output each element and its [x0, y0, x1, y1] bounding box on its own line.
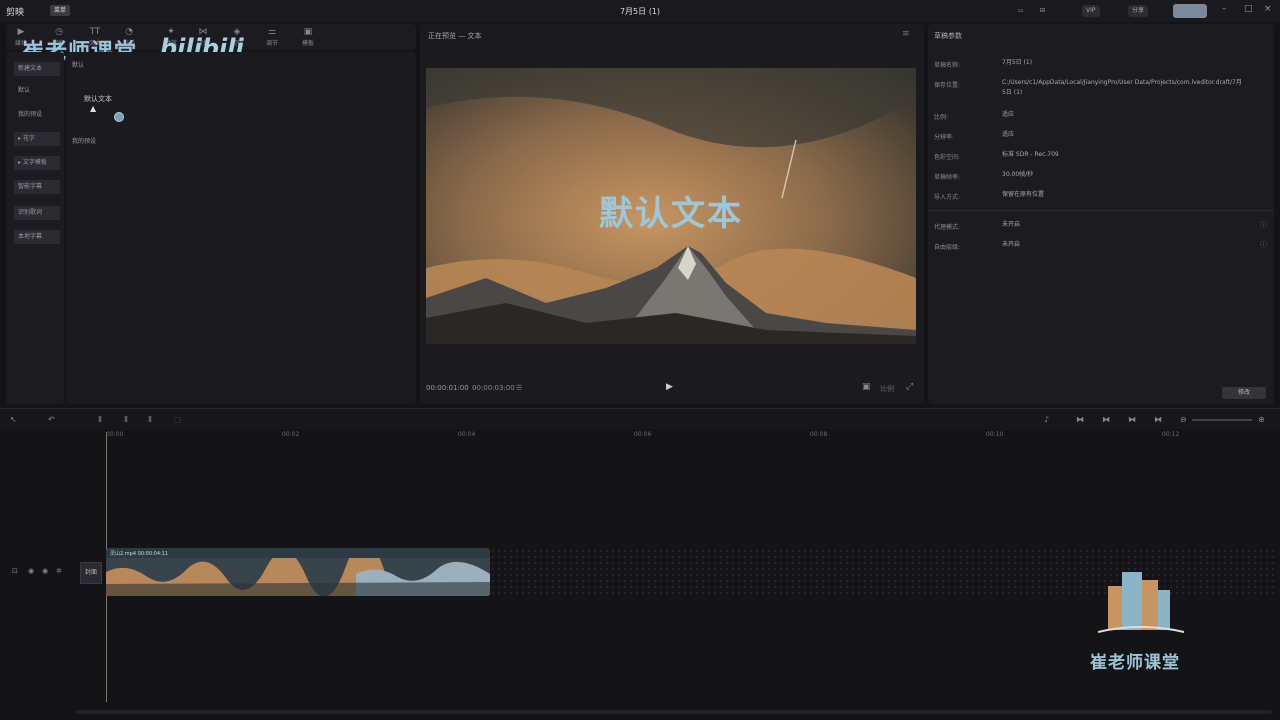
video-clip[interactable]: 灵山2.mp4 00:00:04:11 — [106, 548, 490, 596]
split-left-icon[interactable]: Ⅱ — [124, 415, 128, 424]
close-icon[interactable]: × — [1264, 4, 1272, 14]
sidebar-item-my-presets[interactable]: 我的预设 — [14, 108, 60, 122]
ratio-button[interactable]: 比例 — [880, 384, 894, 394]
select-tool-icon[interactable]: ↖ — [10, 415, 17, 424]
sidebar-item-new-text[interactable]: 新建文本 — [14, 62, 60, 76]
sidebar-item-default[interactable]: 默认 — [14, 84, 60, 98]
tick-label: 00:00 — [106, 431, 124, 438]
adjust-icon: ⚌ — [267, 27, 277, 37]
split-right-icon[interactable]: Ⅱ — [148, 415, 152, 424]
timeline-toolbar: ↖ ↶ Ⅱ Ⅱ Ⅱ ▢ ♪ ⧓ ⧓ ⧓ ⧓ ⊖ ⊕ — [0, 408, 1280, 430]
preview-overlay-text[interactable]: 默认文本 — [426, 186, 916, 235]
prop-key: 自由层级: — [934, 244, 961, 251]
title-bar: 剪映 菜单 7月5日 (1) ▭ ⊟ VIP 分享 – □ × — [0, 0, 1280, 22]
zoom-slider[interactable] — [1192, 419, 1252, 421]
clip-filmstrip — [106, 558, 490, 596]
section-my-presets: 我的预设 — [72, 138, 97, 145]
current-time: 00:00:01:00 — [426, 384, 469, 392]
watermark-text-bottom: 崔老师课堂 — [1090, 653, 1180, 673]
player-title: 正在预览 — 文本 — [428, 32, 482, 40]
building-logo-icon — [1098, 572, 1184, 633]
video-preview[interactable]: 默认文本 — [426, 68, 916, 344]
zoom-out-icon[interactable]: ⊖ — [1180, 415, 1187, 424]
list-icon[interactable]: ☰ — [516, 384, 522, 392]
props-title: 草稿参数 — [934, 32, 962, 40]
info-icon[interactable]: ⓘ — [1260, 220, 1267, 230]
prop-value: 7月5日 (1) — [1002, 59, 1033, 66]
tick-label: 00:10 — [986, 431, 1004, 438]
tick-label: 00:04 — [458, 431, 476, 438]
prop-key: 草稿帧率: — [934, 174, 961, 181]
clip-name: 灵山2.mp4 00:00:04:11 — [110, 551, 169, 557]
share-button[interactable]: 分享 — [1128, 5, 1149, 17]
prop-value: 适应 — [1002, 131, 1015, 138]
template-icon: ▣ — [303, 27, 313, 37]
tool-adjust[interactable]: ⚌ 调节 — [261, 26, 283, 47]
track-hide-icon[interactable]: ◉ — [28, 567, 34, 575]
prop-key: 草稿名称: — [934, 62, 961, 69]
prop-key: 分辨率: — [934, 134, 955, 141]
play-icon[interactable]: ▶ — [666, 382, 673, 392]
vip-badge[interactable]: VIP — [1082, 5, 1100, 17]
sidebar-item-text-template[interactable]: ▸ 文字模板 — [14, 156, 60, 170]
sidebar-item-auto-captions[interactable]: 智能字幕 — [14, 180, 60, 194]
layout-icon[interactable]: ▭ — [1018, 5, 1024, 17]
cursor-icon: ▲ — [90, 104, 97, 113]
prop-value: C:/Users/c1/AppData/Local/JianyingPro/Us… — [1002, 79, 1242, 96]
info-icon[interactable]: ⓘ — [1260, 240, 1267, 250]
cover-button[interactable]: 封面 — [80, 562, 102, 584]
default-text-item[interactable]: 默认文本 — [84, 94, 112, 104]
tick-label: 00:08 — [810, 431, 828, 438]
prop-value: 未开启 — [1002, 241, 1021, 248]
add-icon[interactable] — [114, 112, 124, 122]
divider — [928, 210, 1274, 211]
prop-value: 保留在原有位置 — [1002, 191, 1045, 198]
section-default: 默认 — [72, 62, 85, 69]
minimize-icon[interactable]: – — [1222, 4, 1227, 14]
mic-icon[interactable]: ♪ — [1044, 415, 1049, 424]
split-icon[interactable]: Ⅱ — [98, 415, 102, 424]
prop-value: 未开启 — [1002, 221, 1021, 228]
auto-snap-icon[interactable]: ⧓ — [1102, 415, 1110, 424]
sidebar-item-lyrics[interactable]: 识别歌词 — [14, 206, 60, 220]
timeline-scrollbar[interactable] — [76, 710, 1272, 714]
track-mute-icon[interactable]: ◉ — [42, 567, 48, 575]
tick-label: 00:12 — [1162, 431, 1180, 438]
delete-icon[interactable]: ▢ — [174, 415, 182, 424]
prop-key: 比例: — [934, 114, 949, 121]
sidebar-item-local-captions[interactable]: 本地字幕 — [14, 230, 60, 244]
layout-menu-icon[interactable]: ⊟ — [1040, 5, 1045, 17]
tool-template[interactable]: ▣ 模板 — [297, 26, 319, 47]
text-category-sidebar: 新建文本 默认 我的预设 ▸ 花字 ▸ 文字模板 智能字幕 识别歌词 本地字幕 — [6, 52, 64, 404]
tick-label: 00:06 — [634, 431, 652, 438]
prop-value: 标准 SDR - Rec.709 — [1002, 151, 1059, 158]
screenshot-icon[interactable]: ▣ — [862, 382, 871, 392]
linkage-icon[interactable]: ⧓ — [1128, 415, 1136, 424]
prop-value: 30.00帧/秒 — [1002, 171, 1034, 178]
export-button[interactable] — [1173, 4, 1207, 18]
preview-axis-icon[interactable]: ⧓ — [1154, 415, 1162, 424]
player-menu-icon[interactable]: ≡ — [902, 29, 910, 39]
prop-key: 色彩空间: — [934, 154, 961, 161]
sidebar-item-fancy-text[interactable]: ▸ 花字 — [14, 132, 60, 146]
prop-key: 保存位置: — [934, 82, 961, 89]
player-panel: 正在预览 — 文本 ≡ 默认文本 00:00:01:00 00:00:03:00… — [420, 24, 924, 404]
prop-key: 导入方式: — [934, 194, 961, 201]
track-lock-icon[interactable]: ⊡ — [12, 567, 18, 575]
tick-label: 00:02 — [282, 431, 300, 438]
text-library-panel: 默认 默认文本 ▲ 我的预设 — [66, 52, 416, 404]
draft-properties-panel: 草稿参数 草稿名称: 7月5日 (1) 保存位置: C:/Users/c1/Ap… — [928, 24, 1274, 404]
main-track-link-icon[interactable]: ⧓ — [1076, 415, 1084, 424]
modify-button[interactable]: 修改 — [1222, 387, 1266, 399]
fullscreen-icon[interactable]: ⤢ — [906, 382, 913, 392]
track-more-icon[interactable]: ✲ — [56, 567, 62, 575]
prop-key: 代理模式: — [934, 224, 961, 231]
zoom-fit-icon[interactable]: ⊕ — [1258, 415, 1265, 424]
maximize-icon[interactable]: □ — [1244, 4, 1253, 14]
undo-icon[interactable]: ↶ — [48, 415, 55, 424]
prop-value: 适应 — [1002, 111, 1015, 118]
timeline-ruler[interactable]: 00:00 00:02 00:04 00:06 00:08 00:10 00:1… — [104, 430, 1280, 442]
total-time: 00:00:03:00 — [472, 384, 515, 392]
